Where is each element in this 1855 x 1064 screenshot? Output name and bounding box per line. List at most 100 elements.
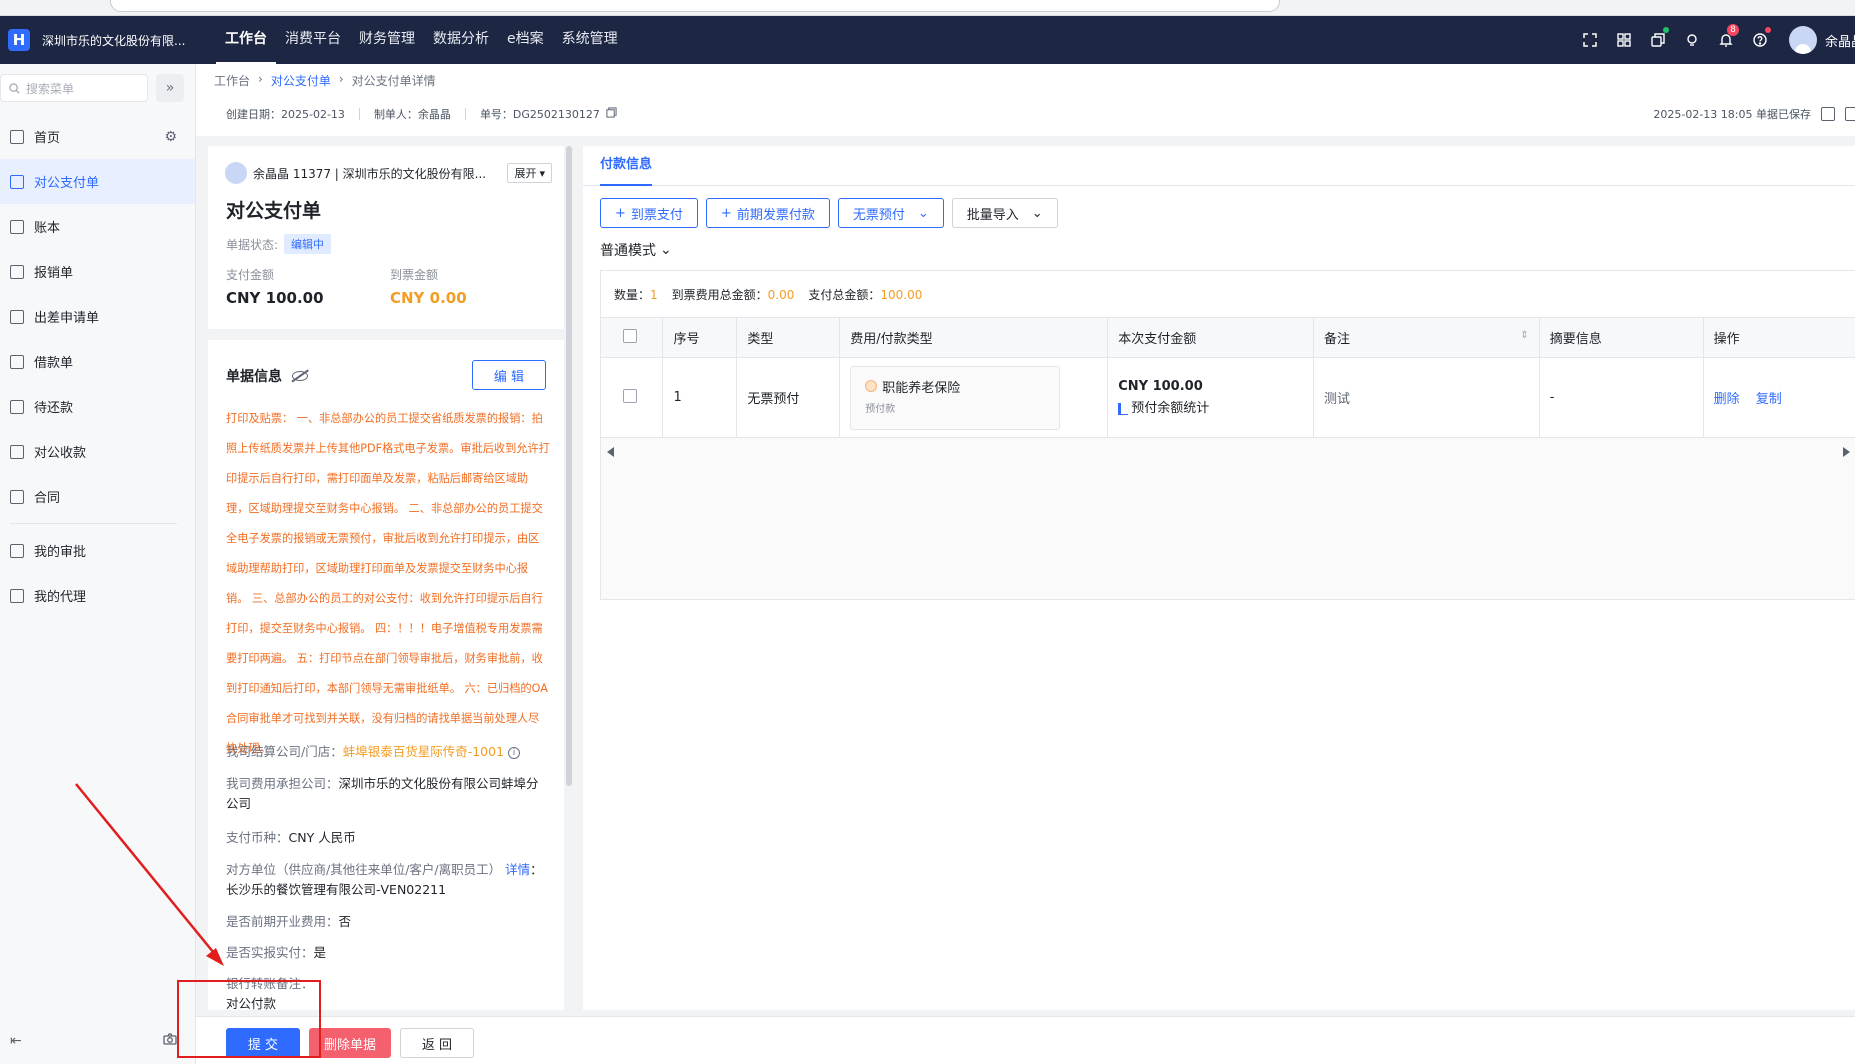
app-logo[interactable]: H: [8, 29, 30, 51]
sort-icon[interactable]: ⇕: [1520, 330, 1528, 341]
expense-icon: [10, 264, 24, 279]
menu-search-input[interactable]: 搜索菜单: [0, 74, 148, 102]
settle-company-link[interactable]: 蚌埠银泰百货星际传奇-1001: [343, 744, 504, 759]
bar-chart-icon: [1118, 402, 1129, 415]
copy-icon[interactable]: [1641, 16, 1675, 64]
menu-system[interactable]: 系统管理: [553, 16, 627, 64]
apps-icon[interactable]: [1607, 16, 1641, 64]
back-button[interactable]: 返 回: [400, 1028, 474, 1058]
sidebar-item-my-approval[interactable]: 我的审批: [0, 528, 195, 573]
counterparty-details-link[interactable]: 详情: [505, 862, 530, 877]
address-bar[interactable]: [110, 0, 1280, 12]
repay-icon: [10, 399, 24, 414]
copy-row-button[interactable]: 复制: [1756, 392, 1782, 407]
company-name[interactable]: 深圳市乐的文化股份有限...: [42, 32, 192, 49]
fee-card[interactable]: 职能养老保险 预付款: [850, 365, 1061, 430]
sidebar-item-label: 借款单: [34, 356, 74, 371]
sidebar-item-expense[interactable]: 报销单: [0, 249, 195, 294]
bottom-action-bar: 提 交 删除单据 返 回: [196, 1016, 1855, 1064]
row-fee-cell: 职能养老保险 预付款: [839, 357, 1109, 438]
select-all-checkbox[interactable]: [623, 328, 637, 343]
chevron-down-icon: ⌄: [660, 242, 672, 258]
sidebar-item-receipt[interactable]: 对公收款: [0, 429, 195, 474]
left-panel-scrollbar[interactable]: [566, 146, 572, 786]
no-invoice-prepay-dropdown[interactable]: 无票预付 ⌄: [837, 198, 944, 228]
sidebar-item-repay[interactable]: 待还款: [0, 384, 195, 429]
button-label: 到票支付: [630, 207, 683, 223]
user-avatar[interactable]: [1789, 26, 1817, 54]
expand-button[interactable]: 展开 ▾: [507, 163, 552, 183]
invoice-pay-button[interactable]: + 到票支付: [600, 198, 698, 228]
camera-icon[interactable]: [163, 1033, 177, 1049]
help-icon[interactable]: [1743, 16, 1777, 64]
layout-icon[interactable]: [1821, 107, 1835, 121]
sidebar-item-travel[interactable]: 出差申请单: [0, 294, 195, 339]
breadcrumb-item[interactable]: 工作台: [214, 72, 250, 89]
field-value: 是: [313, 945, 327, 960]
avatar: [225, 162, 247, 184]
menu-analytics[interactable]: 数据分析: [424, 16, 498, 64]
menu-workbench[interactable]: 工作台: [216, 16, 276, 64]
bell-icon[interactable]: 8: [1709, 16, 1743, 64]
prepaid-field: 是否前期开业费用：否: [226, 912, 550, 932]
field-value: 否: [338, 914, 352, 929]
status-dot: [1765, 27, 1771, 33]
caret-down-icon: ▾: [539, 166, 545, 180]
delete-row-button[interactable]: 删除: [1714, 392, 1740, 407]
payment-card: 付款信息 + 到票支付 + 前期发票付款 无票预付 ⌄ 批量导入 ⌄ 普通模式 …: [583, 146, 1855, 1010]
table-horizontal-scroll[interactable]: [601, 447, 1855, 457]
col-actions: 操作: [1703, 317, 1855, 358]
ledger-icon: [10, 219, 24, 234]
row-amount: CNY 100.00: [1118, 379, 1203, 394]
user-name[interactable]: 余晶晶: [1825, 31, 1855, 50]
sidebar-item-home[interactable]: 首页 ⚙: [0, 114, 195, 159]
plus-icon: +: [615, 205, 626, 221]
sidebar-item-contract[interactable]: 合同: [0, 474, 195, 519]
breadcrumb-item[interactable]: 对公支付单: [271, 72, 331, 89]
scroll-right-icon[interactable]: [1843, 447, 1850, 457]
gear-icon[interactable]: ⚙: [164, 129, 177, 145]
menu-e-archive[interactable]: e档案: [498, 16, 553, 64]
delete-doc-button[interactable]: 删除单据: [309, 1028, 391, 1058]
batch-import-dropdown[interactable]: 批量导入 ⌄: [951, 198, 1058, 228]
breadcrumb-current: 对公支付单详情: [351, 74, 436, 88]
sidebar-menu: 首页 ⚙ 对公支付单 账本 报销单 出差申请单 借款单 待还款 对公收款 合同 …: [0, 114, 195, 618]
menu-consumption[interactable]: 消费平台: [276, 16, 350, 64]
sidebar-footer: ⇤: [0, 1018, 195, 1064]
collapse-sidebar-icon[interactable]: ⇤: [10, 1033, 22, 1049]
table-header-row: 序号 类型 费用/付款类型 本次支付金额 备注 ⇕ 摘要信息 操作: [601, 317, 1855, 358]
sidebar-item-corporate-payment[interactable]: 对公支付单: [0, 159, 195, 204]
sidebar-item-my-agent[interactable]: 我的代理: [0, 573, 195, 618]
copy-doc-number-icon[interactable]: [606, 107, 617, 121]
menu-finance[interactable]: 财务管理: [350, 16, 424, 64]
receipt-icon: [10, 444, 24, 459]
info-icon[interactable]: i: [508, 746, 521, 759]
fee-name-row: 职能养老保险: [865, 377, 1045, 396]
col-summary: 摘要信息: [1539, 317, 1704, 358]
save-status-area: 2025-02-13 18:05 单据已保存: [1653, 98, 1855, 130]
scroll-left-icon[interactable]: [607, 447, 614, 457]
sidebar-item-ledger[interactable]: 账本: [0, 204, 195, 249]
edit-button[interactable]: 编 辑: [472, 360, 546, 390]
hide-eye-icon[interactable]: [292, 371, 308, 381]
summary-count-value: 1: [650, 287, 658, 302]
sidebar-item-loan[interactable]: 借款单: [0, 339, 195, 384]
section-title: 单据信息: [226, 369, 282, 385]
fullscreen-icon[interactable]: [1573, 16, 1607, 64]
panel-icon[interactable]: [1845, 107, 1855, 121]
row-checkbox[interactable]: [623, 388, 637, 403]
col-remark[interactable]: 备注 ⇕: [1313, 317, 1540, 358]
prepay-balance-link[interactable]: 预付余额统计: [1118, 397, 1313, 416]
lightbulb-icon[interactable]: [1675, 16, 1709, 64]
summary-count: 数量：1: [614, 286, 658, 303]
page-title: 对公支付单: [226, 200, 322, 222]
agent-icon: [10, 588, 24, 603]
prior-invoice-pay-button[interactable]: + 前期发票付款: [705, 198, 830, 228]
mode-selector[interactable]: 普通模式 ⌄: [600, 240, 672, 260]
doc-info-title: 单据信息: [226, 366, 308, 386]
sidebar-expand-button[interactable]: »: [156, 74, 184, 102]
loan-icon: [10, 354, 24, 369]
tab-payment-info[interactable]: 付款信息: [600, 146, 653, 186]
sidebar-item-label: 合同: [34, 491, 61, 506]
payment-icon: [10, 174, 24, 189]
